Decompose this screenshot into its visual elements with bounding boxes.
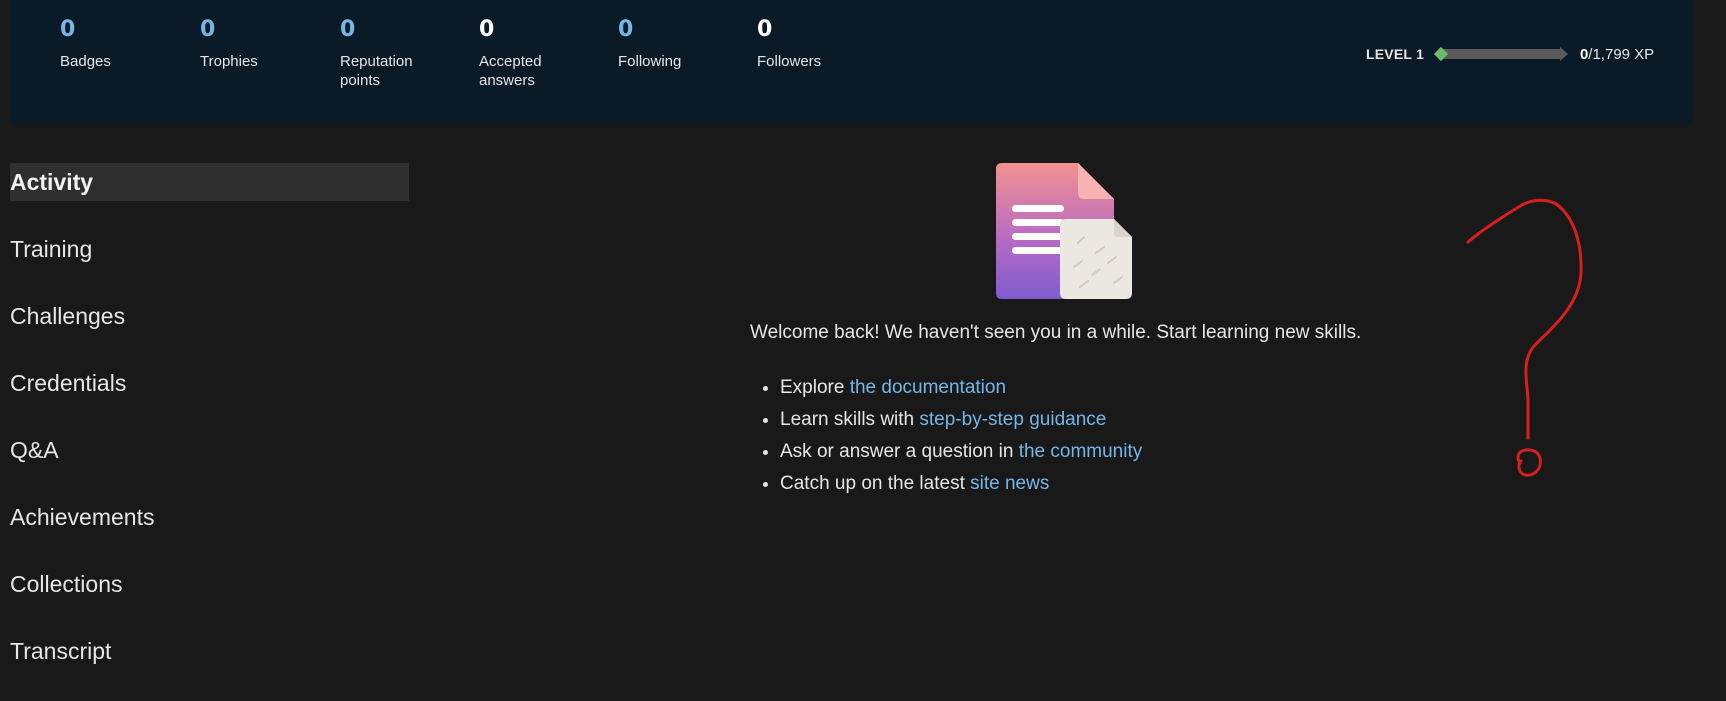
suggestion-list: Explore the documentation Learn skills w…: [750, 372, 1142, 500]
stat-label: Following: [618, 53, 682, 70]
stat-label: Badges: [60, 53, 111, 70]
stat-badges[interactable]: 0 Badges: [60, 16, 190, 71]
nav-item-training[interactable]: Training: [10, 230, 409, 268]
nav-item-credentials[interactable]: Credentials: [10, 364, 409, 402]
stat-value: 0: [60, 17, 76, 42]
site-news-link[interactable]: site news: [970, 473, 1049, 494]
documentation-link[interactable]: the documentation: [850, 377, 1006, 398]
nav-item-activity[interactable]: Activity: [10, 163, 409, 201]
list-item: Explore the documentation: [780, 372, 1142, 404]
xp-track-end: [1559, 47, 1568, 61]
stat-value: 0: [479, 17, 495, 42]
guidance-link[interactable]: step-by-step guidance: [919, 409, 1106, 430]
list-item: Catch up on the latest site news: [780, 468, 1142, 500]
profile-stats-bar: 0 Badges 0 Trophies 0 Reputation points …: [10, 0, 1693, 124]
community-link[interactable]: the community: [1019, 441, 1143, 462]
stat-accepted-answers[interactable]: 0 Accepted answers: [479, 16, 559, 90]
xp-track: [1441, 49, 1562, 59]
level-progress: LEVEL 1 0/1,799 XP: [1366, 42, 1654, 66]
question-mark-scribble-icon: [1466, 198, 1583, 477]
xp-text: 0/1,799 XP: [1580, 46, 1654, 63]
nav-item-qa[interactable]: Q&A: [10, 431, 409, 469]
stat-value: 0: [340, 17, 356, 42]
stat-value: 0: [757, 17, 773, 42]
level-label: LEVEL 1: [1366, 46, 1424, 62]
xp-progress-bar: [1433, 46, 1568, 62]
stat-label: Followers: [757, 53, 822, 70]
list-item-text: Explore: [780, 377, 850, 398]
stat-reputation-points[interactable]: 0 Reputation points: [340, 16, 430, 90]
stat-value: 0: [618, 17, 634, 42]
document-icon: [996, 163, 1132, 299]
list-item-text: Learn skills with: [780, 409, 920, 430]
welcome-message: Welcome back! We haven't seen you in a w…: [750, 322, 1362, 343]
stat-label: Accepted answers: [479, 53, 542, 89]
stat-value: 0: [200, 17, 216, 42]
stat-following[interactable]: 0 Following: [618, 16, 748, 71]
xp-total: /1,799 XP: [1588, 45, 1655, 63]
stat-trophies[interactable]: 0 Trophies: [200, 16, 330, 71]
stat-followers[interactable]: 0 Followers: [757, 16, 887, 71]
nav-item-achievements[interactable]: Achievements: [10, 498, 409, 536]
nav-item-collections[interactable]: Collections: [10, 565, 409, 603]
stat-label: Reputation points: [340, 53, 413, 89]
nav-item-transcript[interactable]: Transcript: [10, 632, 409, 670]
nav-item-challenges[interactable]: Challenges: [10, 297, 409, 335]
list-item-text: Catch up on the latest: [780, 473, 971, 494]
list-item: Learn skills with step-by-step guidance: [780, 404, 1142, 436]
list-item: Ask or answer a question in the communit…: [780, 436, 1142, 468]
stat-label: Trophies: [200, 53, 258, 70]
list-item-text: Ask or answer a question in: [780, 441, 1019, 462]
